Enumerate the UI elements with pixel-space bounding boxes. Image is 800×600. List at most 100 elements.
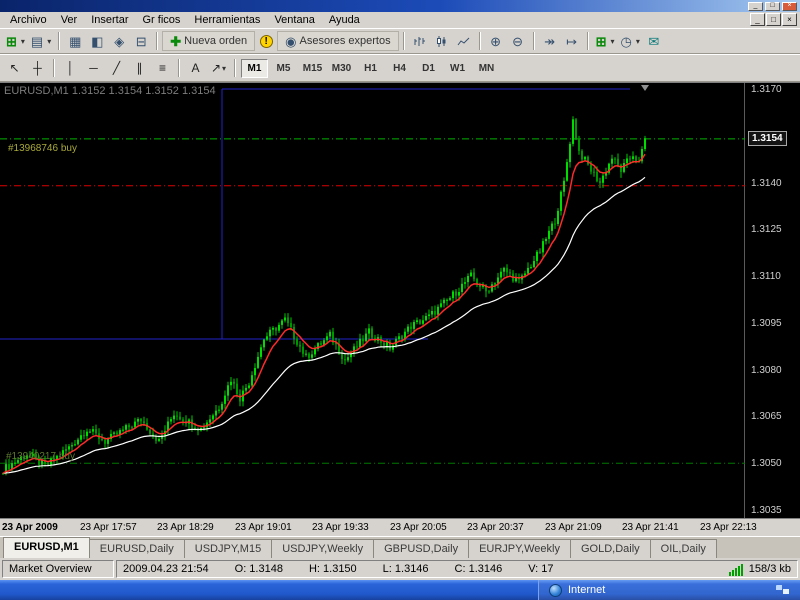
horizontal-line-button[interactable]: ─: [82, 58, 105, 78]
navigator-button[interactable]: ◈: [108, 31, 130, 51]
time-tick: 23 Apr 21:09: [545, 522, 602, 533]
app-minimize-button[interactable]: _: [748, 2, 763, 11]
timeframe-m1-button[interactable]: M1: [241, 59, 268, 78]
network-icon[interactable]: [776, 585, 790, 596]
indicators-button[interactable]: ⊞▾: [593, 31, 618, 51]
terminal-button[interactable]: ⊟: [130, 31, 152, 51]
timeframe-mn-button[interactable]: MN: [473, 59, 500, 78]
profiles-button[interactable]: ▤▾: [28, 31, 54, 51]
market-overview-label: Market Overview: [9, 563, 92, 575]
tab-gold-daily[interactable]: GOLD,Daily: [570, 539, 651, 558]
app-maximize-button[interactable]: □: [765, 2, 780, 11]
market-watch-button[interactable]: ▦: [64, 31, 86, 51]
timeframe-m5-button[interactable]: M5: [270, 59, 297, 78]
new-chart-button[interactable]: ⊞▾: [3, 31, 28, 51]
vertical-line-icon: │: [67, 61, 75, 75]
status-quote-panel: 2009.04.23 21:54 O: 1.3148 H: 1.3150 L: …: [116, 560, 798, 578]
chart-shift-button[interactable]: ↦: [561, 31, 583, 51]
bar-chart-icon: [413, 35, 426, 48]
price-tick: 1.3110: [751, 271, 781, 282]
price-tick: 1.3050: [751, 458, 782, 469]
tab-eurusd-m1[interactable]: EURUSD,M1: [3, 537, 90, 558]
line-chart-button[interactable]: [453, 31, 475, 51]
menu-insertar[interactable]: Insertar: [84, 13, 135, 27]
tab-gbpusd-daily[interactable]: GBPUSD,Daily: [373, 539, 469, 558]
status-left-panel: Market Overview: [2, 560, 114, 578]
mdi-window-buttons: _ □ ×: [750, 13, 797, 26]
tab-eurusd-daily[interactable]: EURUSD,Daily: [89, 539, 185, 558]
price-tick: 1.3035: [751, 505, 782, 516]
envelope-icon: ✉: [648, 35, 659, 48]
app-close-button[interactable]: ×: [782, 2, 797, 11]
price-tick: 1.3140: [751, 178, 782, 189]
chevron-down-icon: ▾: [47, 37, 51, 46]
price-tick: 1.3170: [751, 84, 782, 95]
chevron-down-icon: ▾: [21, 37, 25, 46]
chart-minimize-button[interactable]: _: [750, 13, 765, 26]
menu-archivo[interactable]: Archivo: [3, 13, 54, 27]
arrows-tool-button[interactable]: ↗▾: [207, 58, 230, 78]
crosshair-tool-button[interactable]: ┼: [26, 58, 49, 78]
warning-icon: !: [260, 35, 273, 48]
price-tick: 1.3095: [751, 318, 782, 329]
status-low: L: 1.3146: [383, 563, 429, 575]
data-window-button[interactable]: ◧: [86, 31, 108, 51]
separator: [58, 32, 60, 50]
separator: [479, 32, 481, 50]
tab-eurjpy-weekly[interactable]: EURJPY,Weekly: [468, 539, 571, 558]
time-tick: 23 Apr 21:41: [622, 522, 679, 533]
new-order-button[interactable]: ✚Nueva orden: [162, 31, 255, 51]
auto-scroll-button[interactable]: ↠: [539, 31, 561, 51]
time-tick: 23 Apr 22:13: [700, 522, 757, 533]
zoom-out-button[interactable]: ⊖: [507, 31, 529, 51]
globe-icon[interactable]: [549, 584, 562, 597]
menu-ayuda[interactable]: Ayuda: [322, 13, 367, 27]
periods-button[interactable]: ◷▾: [618, 31, 643, 51]
status-datetime: 2009.04.23 21:54: [123, 563, 209, 575]
timeframe-m15-button[interactable]: M15: [299, 59, 326, 78]
menu-ventana[interactable]: Ventana: [267, 13, 321, 27]
timeframe-w1-button[interactable]: W1: [444, 59, 471, 78]
navigator-icon: ◈: [114, 35, 124, 48]
metaeditor-button[interactable]: !: [255, 31, 277, 51]
trendline-button[interactable]: ╱: [105, 58, 128, 78]
expert-advisors-button[interactable]: ◉Asesores expertos: [277, 31, 398, 51]
tray-internet-label: Internet: [568, 584, 605, 596]
text-tool-button[interactable]: A: [184, 58, 207, 78]
candlestick-chart-button[interactable]: [431, 31, 453, 51]
timeframe-d1-button[interactable]: D1: [415, 59, 442, 78]
status-open: O: 1.3148: [235, 563, 283, 575]
menu-ver[interactable]: Ver: [54, 13, 85, 27]
tab-usdjpy-m15[interactable]: USDJPY,M15: [184, 539, 272, 558]
menu-herramientas[interactable]: Herramientas: [187, 13, 267, 27]
chart-plot[interactable]: #13968746 buy#13940217 buy EURUSD,M1 1.3…: [0, 83, 745, 519]
timeframe-h4-button[interactable]: H4: [386, 59, 413, 78]
status-volume: V: 17: [528, 563, 553, 575]
separator: [156, 32, 158, 50]
candlestick-chart: #13968746 buy#13940217 buy: [0, 83, 745, 519]
terminal-icon: ⊟: [136, 35, 147, 48]
time-axis[interactable]: 23 Apr 2009 23 Apr 17:57 23 Apr 18:29 23…: [0, 518, 800, 536]
status-close: C: 1.3146: [455, 563, 503, 575]
vertical-line-button[interactable]: │: [59, 58, 82, 78]
tab-oil-daily[interactable]: OIL,Daily: [650, 539, 717, 558]
chart-close-button[interactable]: ×: [782, 13, 797, 26]
timeframe-h1-button[interactable]: H1: [357, 59, 384, 78]
tab-usdjpy-weekly[interactable]: USDJPY,Weekly: [271, 539, 374, 558]
bar-chart-button[interactable]: [409, 31, 431, 51]
fibonacci-button[interactable]: ≡: [151, 58, 174, 78]
price-axis[interactable]: 1.3170 1.3140 1.3125 1.3110 1.3095 1.308…: [745, 83, 800, 518]
channel-button[interactable]: ∥: [128, 58, 151, 78]
menu-graficos[interactable]: Gr ficos: [136, 13, 188, 27]
timeframe-m30-button[interactable]: M30: [328, 59, 355, 78]
trendline-icon: ╱: [113, 61, 120, 75]
mailbox-button[interactable]: ✉: [643, 31, 665, 51]
chevron-down-icon: ▾: [222, 64, 226, 73]
cursor-tool-button[interactable]: ↖: [3, 58, 26, 78]
arrow-stamp-icon: ↗: [211, 61, 221, 75]
chevron-down-icon: ▾: [611, 37, 615, 46]
channel-icon: ∥: [137, 61, 143, 75]
chart-restore-button[interactable]: □: [766, 13, 781, 26]
zoom-in-button[interactable]: ⊕: [485, 31, 507, 51]
auto-scroll-icon: ↠: [544, 35, 555, 48]
